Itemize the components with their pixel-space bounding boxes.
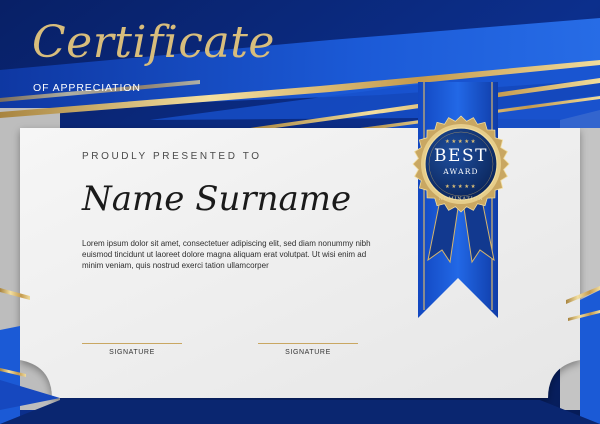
signature-line-1 <box>82 343 182 344</box>
presented-to-label: PROUDLY PRESENTED TO <box>82 151 262 162</box>
certificate: Certificate OF APPRECIATION PROUDLY PRES… <box>0 0 600 424</box>
recipient-name: Name Surname <box>82 179 352 219</box>
certificate-title: Certificate <box>32 17 275 68</box>
signature-line-2 <box>258 343 358 344</box>
certificate-description: Lorem ipsum dolor sit amet, consectetuer… <box>82 239 371 270</box>
badge-caption: NOMINATION <box>438 196 484 202</box>
badge-headline: BEST <box>434 146 488 166</box>
signature-label-2: SIGNATURE <box>285 349 331 356</box>
badge-stars-bottom: ★★★★★ <box>444 184 478 190</box>
badge-stars-top: ★★★★★ <box>444 139 478 145</box>
signature-label-1: SIGNATURE <box>109 349 155 356</box>
certificate-subtitle: OF APPRECIATION <box>33 82 141 94</box>
badge-subline: AWARD <box>443 167 479 176</box>
award-badge: ★★★★★ BEST AWARD ★★★★★ NOMINATION <box>398 112 524 302</box>
